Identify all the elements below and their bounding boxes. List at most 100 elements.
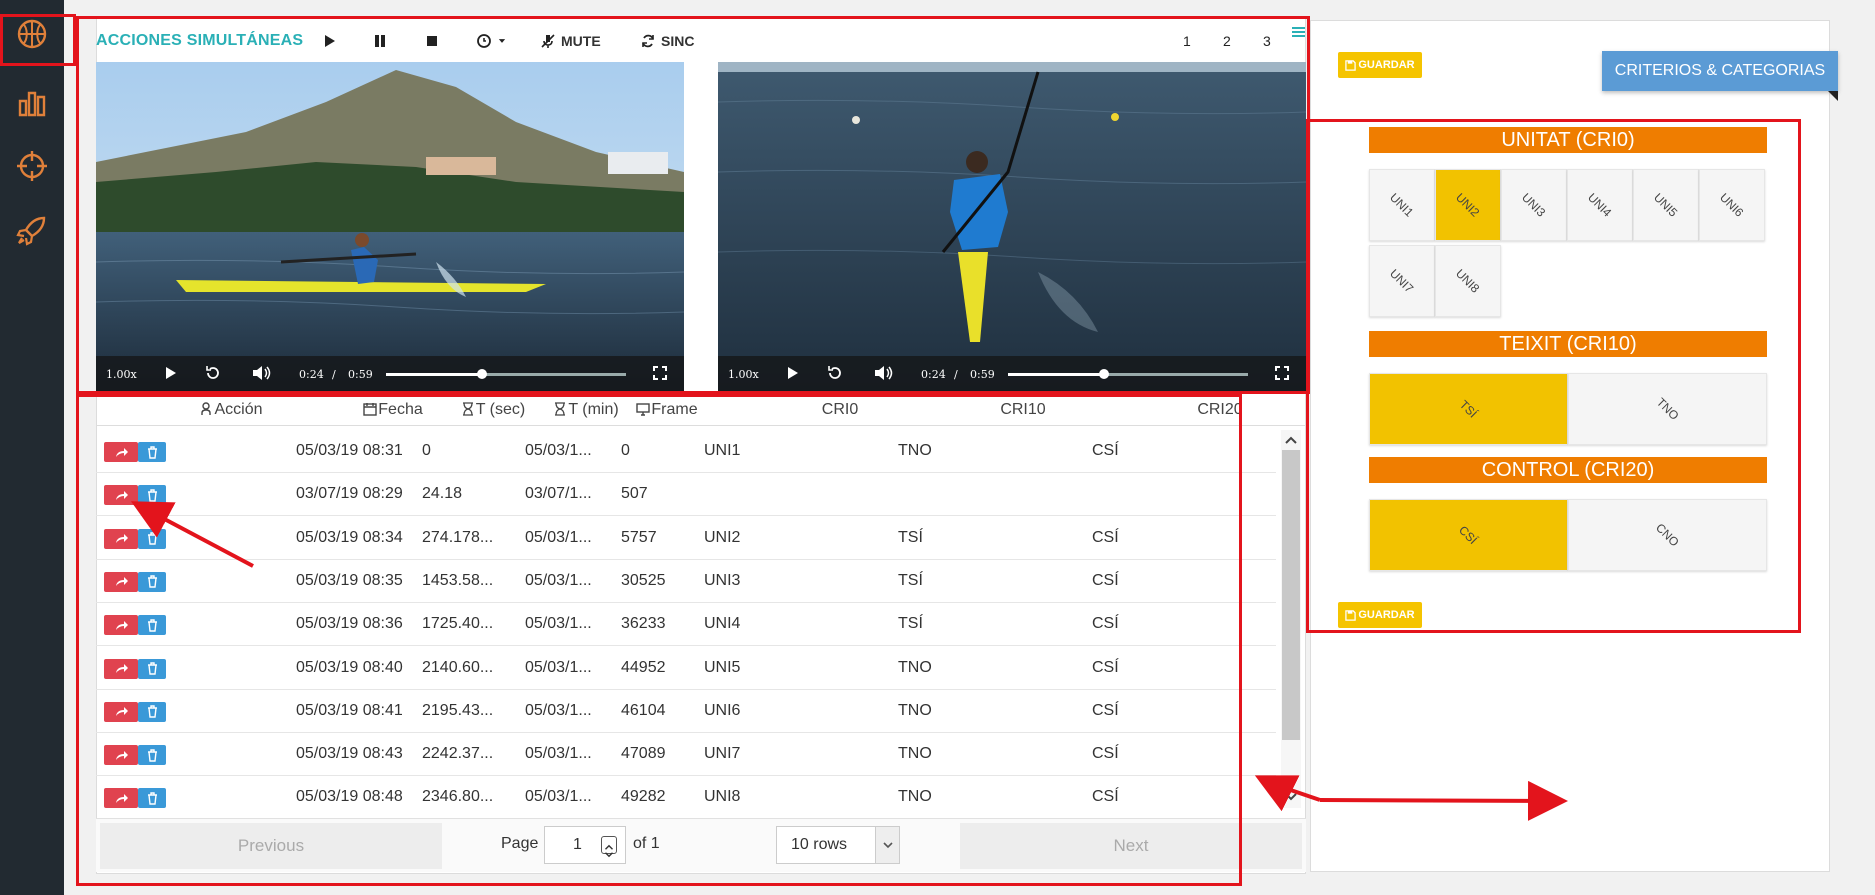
video-page-1[interactable]: 1 [1183, 33, 1191, 49]
category-option[interactable]: UNI8 [1435, 245, 1501, 317]
go-to-action-button[interactable] [104, 485, 138, 506]
play-icon[interactable] [784, 365, 800, 381]
crosshair-icon[interactable] [12, 146, 52, 186]
delete-button[interactable] [138, 701, 166, 722]
delete-button[interactable] [138, 442, 166, 462]
play-all-button[interactable] [321, 31, 342, 51]
video-controls-1: 1.00x 0:24 / 0:59 [96, 356, 684, 392]
header-accion[interactable]: Acción [166, 401, 296, 419]
basketball-icon[interactable] [12, 14, 52, 54]
mute-button[interactable]: MUTE [540, 31, 601, 51]
delete-button[interactable] [138, 485, 166, 506]
sync-icon [642, 34, 654, 48]
category-option[interactable]: UNI7 [1369, 245, 1435, 317]
category-option[interactable]: TNO [1568, 373, 1767, 445]
replay-icon[interactable] [826, 364, 844, 382]
video-player-2[interactable]: 1.00x 0:24 / 0:59 [718, 62, 1306, 392]
delete-button[interactable] [138, 615, 166, 636]
category-option-label: UNI2 [1453, 190, 1483, 220]
pause-all-button[interactable] [372, 31, 393, 51]
page-spinner-icon[interactable] [601, 836, 617, 858]
next-button[interactable]: Next [960, 823, 1302, 869]
header-cri0[interactable]: CRI0 [800, 401, 880, 419]
fullscreen-icon[interactable] [652, 365, 668, 381]
go-to-action-button[interactable] [104, 615, 138, 636]
seek-handle[interactable] [477, 369, 487, 379]
go-to-action-button[interactable] [104, 658, 138, 679]
cell-tsec: 24.18 [422, 485, 463, 503]
page-input[interactable]: 1 [544, 826, 626, 864]
current-time: 0:24 [299, 368, 324, 381]
go-to-action-button[interactable] [104, 528, 138, 549]
video-player-1[interactable]: 1.00x 0:24 / 0:59 [96, 62, 684, 392]
category-option[interactable]: TSÍ [1369, 373, 1568, 445]
bar-chart-icon[interactable] [12, 82, 52, 122]
seek-progress [1008, 373, 1104, 376]
cell-tmin: 05/03/1... [525, 615, 592, 633]
seek-bar[interactable] [1008, 369, 1248, 379]
playback-speed[interactable]: 1.00x [728, 368, 759, 381]
delete-button[interactable] [138, 658, 166, 679]
previous-button[interactable]: Previous [100, 823, 442, 869]
sinc-button[interactable]: SINC [640, 31, 694, 51]
cell-tmin: 03/07/1... [525, 485, 592, 503]
category-option[interactable]: UNI2 [1435, 169, 1501, 241]
seek-handle[interactable] [1099, 369, 1109, 379]
scroll-down-icon[interactable] [1284, 790, 1298, 804]
header-tmin[interactable]: T (min) [536, 401, 636, 419]
delete-button[interactable] [138, 745, 166, 766]
chevron-down-icon[interactable] [875, 827, 899, 863]
table-scrollbar[interactable] [1281, 430, 1301, 808]
category-option[interactable]: UNI4 [1567, 169, 1633, 241]
header-cri20[interactable]: CRI20 [1180, 401, 1260, 419]
button-corner [1828, 91, 1838, 101]
go-to-action-button[interactable] [104, 442, 138, 462]
category-option[interactable]: CSÍ [1369, 499, 1568, 571]
scroll-up-icon[interactable] [1284, 433, 1298, 447]
seek-bar[interactable] [386, 369, 626, 379]
current-time: 0:24 [921, 368, 946, 381]
menu-lines-icon[interactable] [1292, 26, 1305, 38]
go-to-action-button[interactable] [104, 745, 138, 766]
cell-cri10: TSÍ [898, 528, 923, 546]
go-to-action-button[interactable] [104, 701, 138, 722]
guardar-button-top[interactable]: GUARDAR [1338, 52, 1422, 78]
fullscreen-icon[interactable] [1274, 365, 1290, 381]
rows-select[interactable]: 10 rows [776, 826, 900, 864]
go-to-action-button[interactable] [104, 788, 138, 809]
category-option[interactable]: UNI1 [1369, 169, 1435, 241]
cell-fecha: 05/03/19 08:40 [296, 658, 403, 676]
category-option[interactable]: UNI5 [1633, 169, 1699, 241]
criterios-categorias-button[interactable]: CRITERIOS & CATEGORIAS [1602, 51, 1838, 91]
video-page-2[interactable]: 2 [1223, 33, 1231, 49]
guardar-button-bottom[interactable]: GUARDAR [1338, 602, 1422, 628]
trash-icon [147, 705, 157, 718]
volume-icon[interactable] [873, 364, 893, 382]
category-option[interactable]: UNI3 [1501, 169, 1567, 241]
replay-icon[interactable] [204, 364, 222, 382]
actions-table: Acción Fecha T (sec) T (min) Frame CRI0 … [96, 396, 1306, 820]
trash-icon [147, 618, 157, 632]
delete-button[interactable] [138, 528, 166, 549]
page-of-label: of 1 [633, 835, 660, 852]
rocket-icon[interactable] [12, 210, 52, 250]
video-controls-2: 1.00x 0:24 / 0:59 [718, 356, 1306, 392]
delete-button[interactable] [138, 571, 166, 592]
category-option[interactable]: UNI6 [1699, 169, 1765, 241]
volume-icon[interactable] [251, 364, 271, 382]
go-to-action-button[interactable] [104, 571, 138, 592]
header-tsec[interactable]: T (sec) [438, 401, 548, 419]
cell-frame: 47089 [621, 745, 666, 763]
video-page-3[interactable]: 3 [1263, 33, 1271, 49]
delete-button[interactable] [138, 788, 166, 809]
stop-all-button[interactable] [424, 31, 445, 51]
category-option-label: UNI5 [1651, 190, 1681, 220]
header-frame[interactable]: Frame [622, 401, 712, 419]
play-icon[interactable] [162, 365, 178, 381]
scroll-thumb[interactable] [1282, 450, 1300, 740]
cell-cri10: TNO [898, 658, 932, 676]
playback-speed[interactable]: 1.00x [106, 368, 137, 381]
category-option[interactable]: CNO [1568, 499, 1767, 571]
speed-dropdown[interactable] [476, 31, 512, 51]
header-cri10[interactable]: CRI10 [983, 401, 1063, 419]
